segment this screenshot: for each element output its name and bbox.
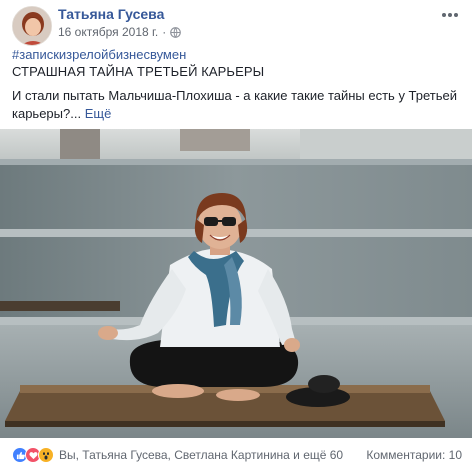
wow-icon[interactable] — [38, 447, 54, 463]
post-body: И стали пытать Мальчиша-Плохиша - а каки… — [12, 87, 462, 123]
see-more-link[interactable]: Ещё — [85, 106, 112, 121]
post-title: СТРАШНАЯ ТАЙНА ТРЕТЬЕЙ КАРЬЕРЫ — [12, 64, 265, 79]
post-date[interactable]: 16 октября 2018 г. — [58, 25, 158, 39]
post-meta: 16 октября 2018 г. · — [58, 25, 182, 39]
post-body-text: И стали пытать Мальчиша-Плохиша - а каки… — [12, 88, 458, 121]
post-hashtag[interactable]: #запискизрелойбизнесвумен — [12, 47, 186, 62]
post-header: Татьяна Гусева 16 октября 2018 г. · — [12, 4, 462, 46]
post-photo[interactable] — [0, 129, 472, 438]
reaction-icons[interactable] — [12, 447, 54, 463]
comments-count[interactable]: Комментарии: 10 — [366, 448, 462, 462]
author-avatar[interactable] — [12, 6, 52, 46]
more-horizontal-icon[interactable] — [438, 8, 462, 22]
reaction-names[interactable]: Вы, Татьяна Гусева, Светлана Картинина и… — [59, 448, 343, 462]
author-name[interactable]: Татьяна Гусева — [58, 6, 164, 22]
post-footer: Вы, Татьяна Гусева, Светлана Картинина и… — [12, 444, 462, 466]
feed-post: Татьяна Гусева 16 октября 2018 г. · #зап… — [0, 0, 472, 476]
globe-icon[interactable] — [170, 26, 182, 38]
